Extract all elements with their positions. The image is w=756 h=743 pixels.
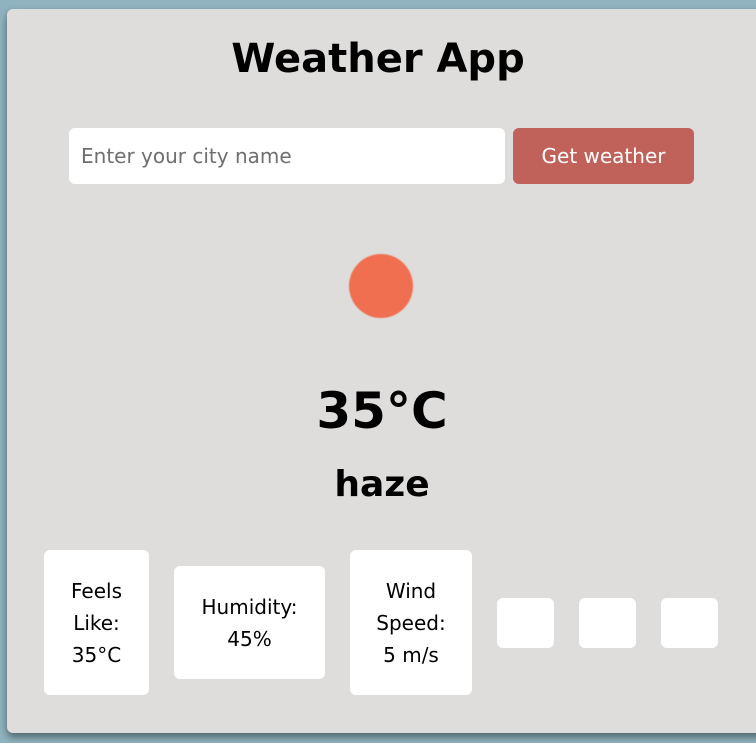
wind-speed-label-line2: Speed: [376,610,446,635]
city-search-input[interactable] [69,128,505,184]
weather-description: haze [334,464,430,505]
empty-info-box [661,598,718,648]
app-title: Weather App [231,36,525,82]
feels-like-label-line1: Feels [71,578,122,603]
feels-like-value: 35°C [71,642,122,667]
temperature-value: 35°C [316,382,448,440]
empty-info-box [579,598,636,648]
humidity-box: Humidity: 45% [174,566,325,679]
sun-icon [349,254,413,318]
humidity-value: 45% [227,626,272,651]
feels-like-box: Feels Like: 35°C [44,550,149,695]
wind-speed-value: 5 m/s [383,642,439,667]
wind-speed-label-line1: Wind [385,578,437,603]
feels-like-label-line2: Like: [73,610,120,635]
humidity-label: Humidity: [201,594,298,619]
wind-speed-box: Wind Speed: 5 m/s [350,550,472,695]
get-weather-button[interactable]: Get weather [513,128,694,184]
empty-info-box [497,598,554,648]
